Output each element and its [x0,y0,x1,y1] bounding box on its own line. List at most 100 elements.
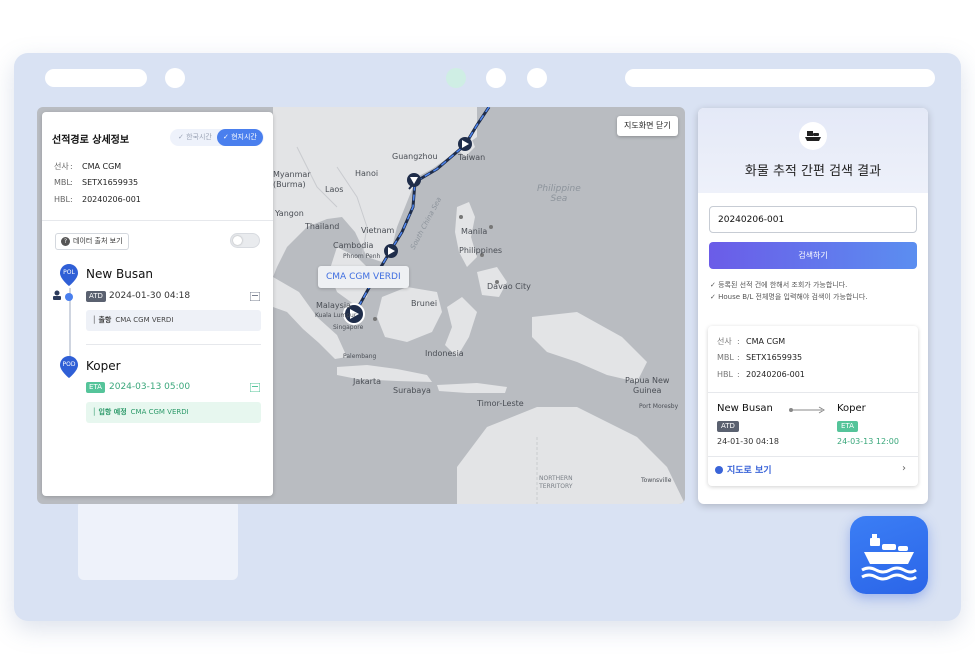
ship-icon [861,534,917,581]
map-label-indonesia: Indonesia [425,349,464,358]
map-label-papua-text: Papua New Guinea [625,376,670,395]
window-dot [446,68,466,88]
carrier-key: 선사 [717,337,732,346]
search-header: 화물 추적 간편 검색 결과 [698,108,928,193]
mbl-row: MBL: SETX1659935 [717,353,803,362]
address-bar-left [45,69,147,87]
map-label-jakarta: Jakarta [353,377,381,386]
tz-korea-option[interactable]: ✓ 한국시간 [172,129,218,146]
toggle-knob [233,236,242,245]
divider [42,220,273,221]
pod-arrival-info: │ 입항 예정 CMA CGM VERDI [86,402,261,423]
pol-atd-badge: ATD [86,291,106,302]
from-port: New Busan [717,403,773,414]
search-button[interactable]: 검색하기 [709,242,917,269]
question-icon: ? [61,237,70,246]
search-note-text-1: 등록된 선적 건에 한해서 조회가 가능합니다. [718,281,848,289]
current-position-dot [65,293,73,301]
tz-local-label: 현지시간 [231,133,257,141]
pol-port-name: New Busan [86,267,154,281]
ship-icon [799,122,827,150]
vessel-icon [53,290,61,300]
map-label-palembang: Palembang [343,353,377,360]
carrier-value: CMA CGM [746,337,786,346]
carrier-row: 선사: CMA CGM [54,162,122,171]
map-label-papua: Papua New Guinea [625,376,669,396]
map-label-philippine-sea-text: Philippine Sea [537,184,581,204]
auto-refresh-toggle[interactable] [230,233,260,248]
map-label-thailand: Thailand [305,222,340,231]
pod-port-name: Koper [86,359,121,373]
document-icon[interactable] [250,292,260,301]
window-dot [486,68,506,88]
map-label-phnom-penh: Phnom Penh [343,253,381,260]
mbl-value: SETX1659935 [746,353,803,362]
to-port: Koper [837,403,866,414]
document-icon[interactable] [250,383,260,392]
arrow-right-icon [789,406,825,414]
tz-local-option[interactable]: ✓ 현지시간 [217,129,263,146]
map-label-myanmar: Myanmar (Burma) [273,170,311,190]
map-label-manila: Manila [461,227,488,236]
pol-date: 2024-01-30 04:18 [109,291,191,301]
vessel-label[interactable]: CMA CGM VERDI [318,266,409,288]
hbl-value: 20240206-001 [746,370,805,379]
divider [708,456,918,457]
panel-title: 선적경로 상세정보 [52,135,130,146]
pol-departure-info: │ 출항 CMA CGM VERDI [86,310,261,331]
from-date: 24-01-30 04:18 [717,437,779,446]
map-label-surabaya: Surabaya [393,386,431,395]
search-note: ✓ House B/L 전체명을 입력해야 검색이 가능합니다. [710,293,868,301]
data-source-button[interactable]: ? 데이터 출처 보기 [55,233,129,250]
cargo-ship-app-icon [850,516,928,594]
pod-date: 2024-03-13 05:00 [109,382,191,392]
pod-tag: POD [62,361,76,368]
hbl-key: HBL [54,195,70,204]
carrier-value: CMA CGM [82,162,122,171]
map-label-kuala-lumpur: Kuala Lumpur [315,312,357,319]
search-result-title: 화물 추적 간편 검색 결과 [744,164,882,179]
view-on-map-link[interactable]: 지도로 보기 [715,463,772,476]
search-note: ✓ 등록된 선적 건에 한해서 조회가 가능합니다. [710,281,848,289]
bl-search-input[interactable] [709,206,917,233]
timezone-toggle: ✓ 한국시간 ✓ 현지시간 [170,129,264,146]
background-card [78,500,238,580]
map-pin-icon [715,466,723,474]
chevron-right-icon[interactable]: › [902,463,906,474]
address-bar-right [625,69,935,87]
pol-tag: POL [63,269,75,276]
divider [708,392,918,393]
map-label-brunei: Brunei [411,299,438,308]
map-label-northern-territory-text: NORTHERN TERRITORY [539,475,573,490]
map-label-port-moresby: Port Moresby [639,403,679,410]
map-label-philippines: Philippines [459,246,503,255]
shipment-detail-panel: 선적경로 상세정보 ✓ 한국시간 ✓ 현지시간 선사: CMA CGM MBL: S… [42,112,273,496]
pod-info-vessel: CMA CGM VERDI [130,408,189,416]
pol-info-vessel: CMA CGM VERDI [115,316,174,324]
map-label-guangzhou: Guangzhou [392,152,438,161]
close-map-button[interactable]: 지도화면 닫기 [617,116,678,136]
to-eta-badge: ETA [837,421,858,432]
divider [86,344,261,345]
map-label-hanoi: Hanoi [355,169,379,178]
map-label-yangon: Yangon [275,209,304,218]
hbl-row: HBL:20240206-001 [54,195,141,204]
tz-korea-label: 한국시간 [186,133,212,141]
window-dot [527,68,547,88]
mbl-key: MBL [54,178,71,187]
map-label-myanmar-text: Myanmar (Burma) [273,170,311,189]
pod-info-label: 입항 예정 [98,408,127,416]
map-label-philippine-sea: Philippine Sea [537,184,581,204]
data-source-label: 데이터 출처 보기 [73,237,123,245]
carrier-row: 선사: CMA CGM [717,337,786,346]
map-label-singapore: Singapore [333,324,364,331]
from-atd-badge: ATD [717,421,739,432]
map-label-vietnam: Vietnam [361,226,395,235]
hbl-row: HBL:20240206-001 [717,370,805,379]
view-on-map-label: 지도로 보기 [727,466,772,476]
map-label-cambodia: Cambodia [333,241,374,250]
mbl-row: MBL: SETX1659935 [54,178,139,187]
pol-info-label: 출항 [98,316,112,324]
hbl-key: HBL [717,370,733,379]
map-label-malaysia: Malaysia [316,301,351,310]
